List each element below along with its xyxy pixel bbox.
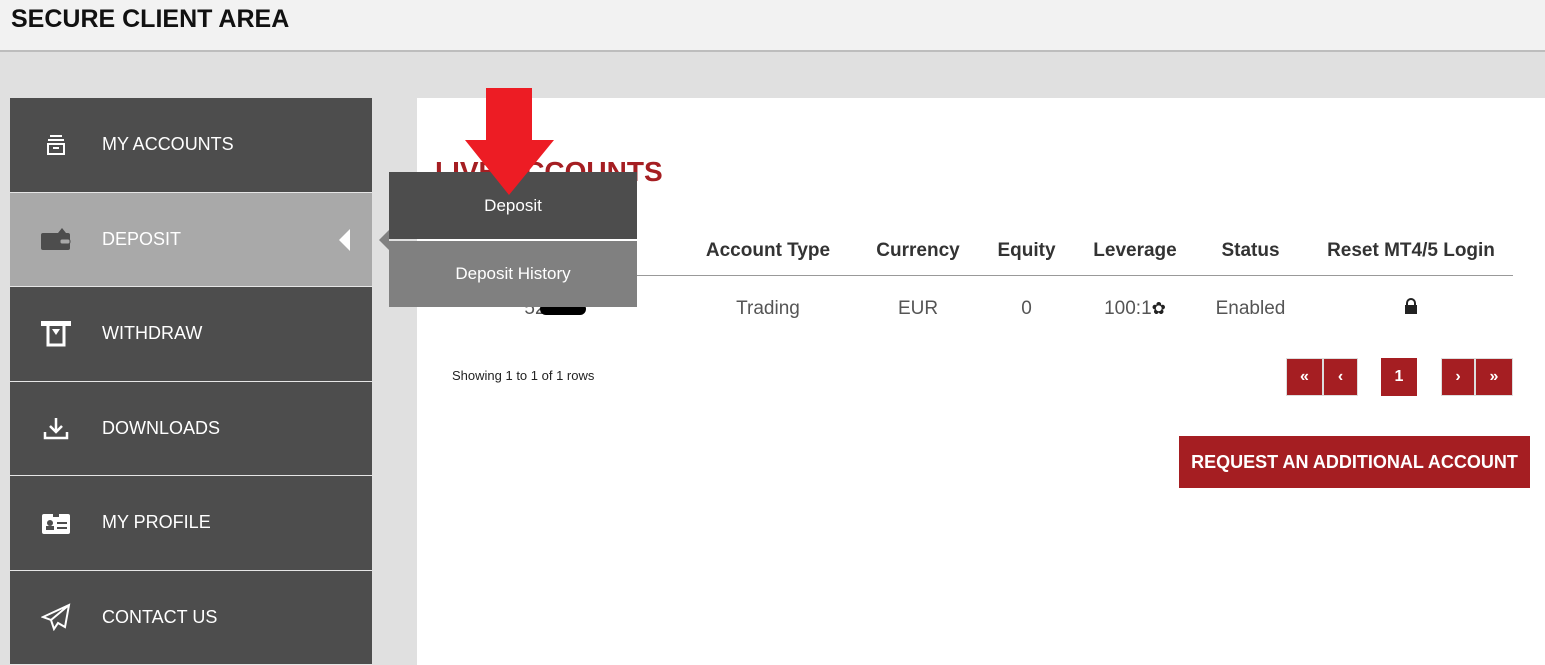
sidebar-item-label: DOWNLOADS	[102, 417, 221, 438]
gear-icon[interactable]: ✿	[1152, 299, 1166, 318]
account-type: Trading	[736, 298, 800, 320]
download-icon	[10, 416, 102, 440]
sidebar-item-withdraw[interactable]: WITHDRAW	[10, 287, 372, 382]
col-currency[interactable]: Currency	[861, 228, 975, 276]
col-equity[interactable]: Equity	[975, 228, 1078, 276]
wallet-icon	[10, 227, 102, 251]
reset-login	[1309, 275, 1513, 343]
request-additional-account-button[interactable]: REQUEST AN ADDITIONAL ACCOUNT	[1179, 436, 1530, 488]
sidebar-item-label: DEPOSIT	[102, 228, 182, 249]
sidebar-item-my-accounts[interactable]: MY ACCOUNTS	[10, 98, 372, 193]
caret-left-icon	[339, 228, 350, 251]
equity: 0	[1021, 298, 1032, 320]
col-status[interactable]: Status	[1192, 228, 1309, 276]
sidebar-item-label: CONTACT US	[102, 606, 218, 627]
sidebar-item-deposit[interactable]: DEPOSIT	[10, 192, 372, 287]
sidebar: MY ACCOUNTS DEPOSIT WITHDRAW DOWNLOADS M…	[10, 98, 372, 665]
dropdown-item-deposit-history[interactable]: Deposit History	[389, 241, 637, 307]
status: Enabled	[1215, 298, 1286, 320]
page-1-button[interactable]: 1	[1381, 358, 1417, 396]
archive-icon	[10, 133, 102, 157]
leverage-value: 100:1	[1104, 298, 1152, 320]
currency: EUR	[897, 298, 939, 320]
atm-withdraw-icon	[10, 320, 102, 347]
sidebar-item-my-profile[interactable]: MY PROFILE	[10, 476, 372, 571]
col-leverage[interactable]: Leverage	[1078, 228, 1192, 276]
prev-page-button[interactable]: ‹	[1323, 358, 1358, 396]
header: SECURE CLIENT AREA	[0, 0, 1545, 52]
rows-info: Showing 1 to 1 of 1 rows	[452, 368, 595, 383]
id-card-icon	[10, 511, 102, 534]
red-arrow-annotation	[465, 88, 554, 195]
sidebar-item-contact-us[interactable]: CONTACT US	[10, 570, 372, 665]
sidebar-item-label: WITHDRAW	[102, 323, 203, 344]
page-title: SECURE CLIENT AREA	[11, 5, 290, 33]
col-reset-login[interactable]: Reset MT4/5 Login	[1309, 228, 1513, 276]
dropdown-caret	[379, 230, 389, 250]
sidebar-item-downloads[interactable]: DOWNLOADS	[10, 381, 372, 476]
paper-plane-icon	[10, 603, 102, 632]
sidebar-item-label: MY PROFILE	[102, 512, 211, 533]
sidebar-item-label: MY ACCOUNTS	[102, 134, 234, 155]
next-page-button[interactable]: ›	[1441, 358, 1475, 396]
lock-icon[interactable]	[1404, 298, 1418, 319]
col-account-type[interactable]: Account Type	[675, 228, 861, 276]
last-page-button[interactable]: »	[1475, 358, 1513, 396]
first-page-button[interactable]: «	[1286, 358, 1323, 396]
leverage: 100:1✿	[1078, 275, 1192, 343]
